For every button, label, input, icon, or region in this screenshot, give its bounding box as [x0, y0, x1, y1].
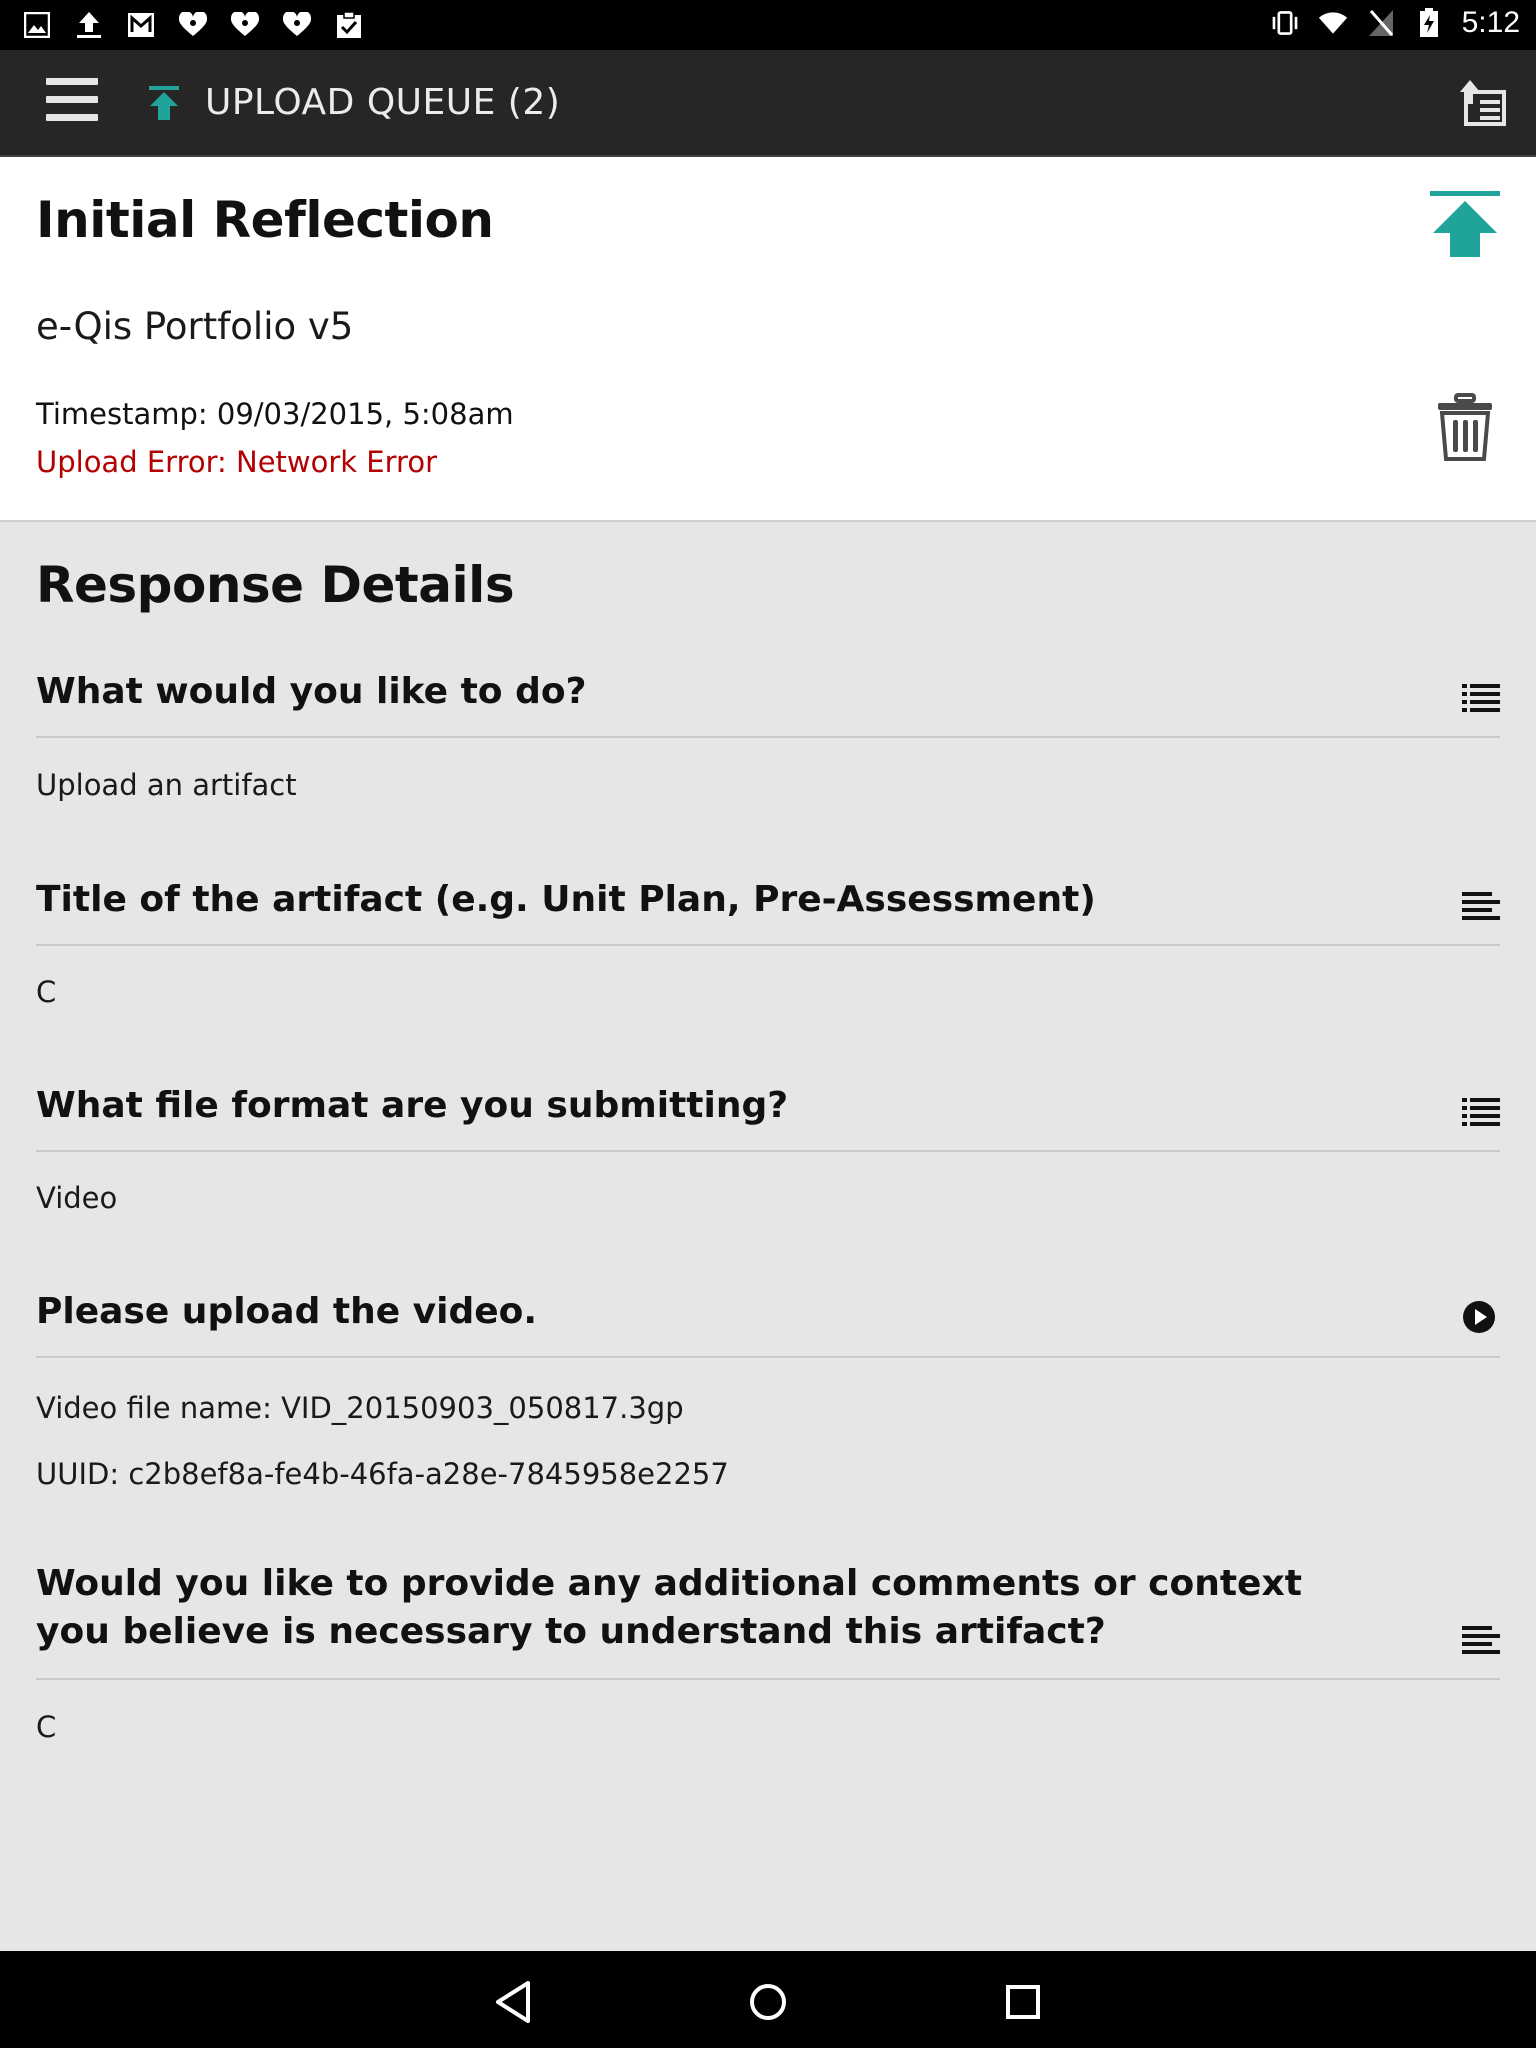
upload-item-card: Initial Reflection e-Qis Portfolio v5 Ti…: [0, 157, 1536, 522]
play-icon[interactable]: [1462, 1300, 1500, 1334]
question-4: Please upload the video.: [36, 1288, 1500, 1358]
list-icon: [1462, 680, 1500, 714]
export-button[interactable]: [1458, 78, 1508, 128]
trash-icon: [1438, 393, 1492, 461]
wifi-icon: [1318, 8, 1348, 38]
question-label: What would you like to do?: [36, 671, 587, 712]
answer-5: C: [36, 1710, 57, 1744]
recents-icon: [1006, 1985, 1040, 2019]
app-bar: UPLOAD QUEUE (2): [0, 50, 1536, 157]
export-icon: [1460, 80, 1506, 126]
upload-icon: [1430, 191, 1500, 257]
no-sim-icon: [1366, 8, 1396, 38]
home-icon: [750, 1984, 786, 2020]
iheart-icon: [282, 10, 312, 40]
battery-charging-icon: [1414, 8, 1444, 38]
iheart-icon: [178, 10, 208, 40]
upload-icon: [74, 10, 104, 40]
answer-3: Video: [36, 1181, 118, 1215]
question-3: What file format are you submitting?: [36, 1082, 1500, 1152]
back-button[interactable]: [488, 1977, 538, 2027]
notification-icons: [22, 10, 364, 40]
upload-queue-icon: [144, 84, 184, 124]
navigation-bar: [0, 1951, 1536, 2048]
upload-error-message: Upload Error: Network Error: [36, 445, 437, 479]
question-label: Title of the artifact (e.g. Unit Plan, P…: [36, 879, 1096, 920]
item-subtitle: e-Qis Portfolio v5: [36, 305, 354, 348]
home-button[interactable]: [743, 1977, 793, 2027]
video-uuid: UUID: c2b8ef8a-fe4b-46fa-a28e-7845958e22…: [36, 1457, 729, 1491]
list-icon: [1462, 1094, 1500, 1128]
answer-2: C: [36, 975, 57, 1009]
item-timestamp: Timestamp: 09/03/2015, 5:08am: [36, 397, 514, 431]
item-title: Initial Reflection: [36, 191, 494, 249]
gmail-icon: [126, 10, 156, 40]
video-file-name: Video file name: VID_20150903_050817.3gp: [36, 1391, 684, 1425]
text-lines-icon: [1462, 888, 1500, 922]
question-label: Would you like to provide any additional…: [36, 1563, 1302, 1652]
image-icon: [22, 10, 52, 40]
question-2: Title of the artifact (e.g. Unit Plan, P…: [36, 876, 1500, 946]
text-lines-icon: [1462, 1622, 1500, 1656]
answer-1: Upload an artifact: [36, 768, 297, 802]
delete-button[interactable]: [1434, 393, 1496, 463]
status-bar: 5:12: [0, 0, 1536, 50]
question-label: Please upload the video.: [36, 1291, 538, 1332]
menu-button[interactable]: [46, 78, 98, 128]
vibrate-icon: [1270, 8, 1300, 38]
back-icon: [496, 1981, 530, 2023]
system-indicators: 5:12: [1270, 6, 1520, 40]
clipboard-check-icon: [334, 10, 364, 40]
question-1: What would you like to do?: [36, 668, 1500, 738]
clock: 5:12: [1461, 6, 1520, 39]
iheart-icon: [230, 10, 260, 40]
recents-button[interactable]: [998, 1977, 1048, 2027]
app-bar-title: UPLOAD QUEUE (2): [205, 82, 561, 123]
question-5: Would you like to provide any additional…: [36, 1560, 1500, 1680]
response-details-heading: Response Details: [36, 556, 515, 614]
menu-icon: [46, 78, 98, 85]
retry-upload-button[interactable]: [1430, 191, 1500, 261]
question-label: What file format are you submitting?: [36, 1085, 789, 1126]
